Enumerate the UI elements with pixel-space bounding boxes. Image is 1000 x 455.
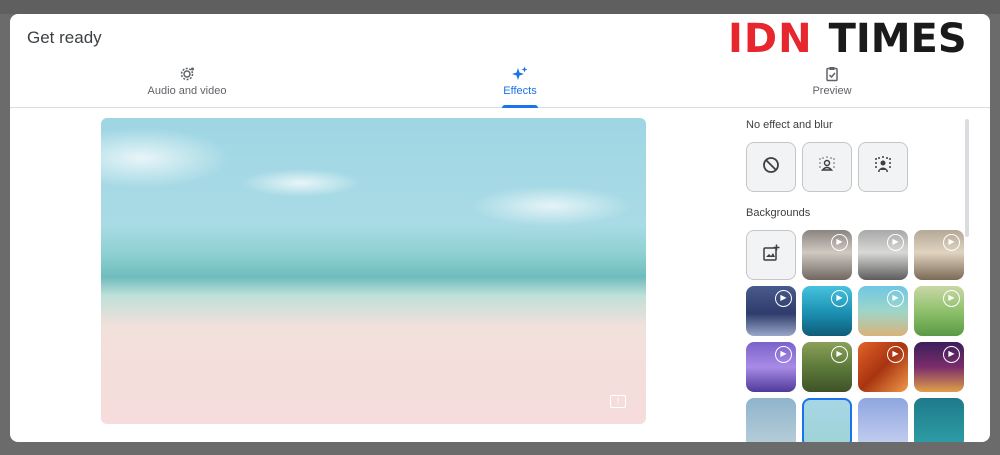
background-tile-forest[interactable]: ▶ — [802, 342, 852, 392]
play-icon: ▶ — [887, 346, 904, 363]
feedback-icon[interactable]: ! — [610, 395, 626, 408]
tab-effects-label: Effects — [503, 85, 537, 97]
background-tile-room-3[interactable]: ▶ — [914, 230, 964, 280]
logo-idn-text: IDN — [728, 16, 813, 62]
background-tile-underwater[interactable]: ▶ — [802, 286, 852, 336]
video-preview: ! — [101, 118, 646, 424]
play-icon: ▶ — [775, 290, 792, 307]
tab-audio-and-video-label: Audio and video — [147, 85, 227, 97]
effects-panel: No effect and blur Backgrounds ▶ ▶ ▶ ▶ ▶… — [745, 114, 965, 442]
background-tile-room-2[interactable]: ▶ — [858, 230, 908, 280]
blur-button[interactable] — [858, 142, 908, 192]
block-icon — [762, 156, 780, 179]
idn-times-logo: IDN TIMES — [728, 14, 990, 64]
background-tile-garden[interactable]: ▶ — [914, 286, 964, 336]
background-tile-purple-room[interactable]: ▶ — [746, 342, 796, 392]
logo-times-text: TIMES — [828, 16, 967, 62]
tab-preview[interactable]: Preview — [722, 66, 942, 108]
play-icon: ▶ — [831, 290, 848, 307]
play-icon: ▶ — [887, 290, 904, 307]
clipboard-check-icon — [722, 66, 942, 84]
upload-background-button[interactable] — [746, 230, 796, 280]
background-tile-night-city[interactable]: ▶ — [914, 342, 964, 392]
tab-bar: Audio and video Effects Preview — [10, 66, 990, 108]
play-icon: ▶ — [943, 346, 960, 363]
background-tile-clouds[interactable] — [858, 398, 908, 442]
panel-scrollbar[interactable] — [965, 119, 969, 237]
background-tile-sky-1[interactable] — [746, 398, 796, 442]
dialog-title: Get ready — [27, 28, 102, 47]
slight-blur-button[interactable] — [802, 142, 852, 192]
get-ready-dialog: Get ready IDN TIMES Audio and video Effe… — [10, 14, 990, 442]
window-top-strip — [0, 0, 1000, 14]
play-icon: ▶ — [887, 234, 904, 251]
background-tile-beach[interactable]: ▶ — [858, 286, 908, 336]
play-icon: ▶ — [831, 234, 848, 251]
backgrounds-section-label: Backgrounds — [746, 207, 811, 219]
active-tab-indicator — [502, 105, 538, 108]
tab-audio-and-video[interactable]: Audio and video — [77, 66, 297, 108]
tab-preview-label: Preview — [812, 85, 852, 97]
background-tile-beach-blur-selected[interactable] — [802, 398, 852, 442]
background-tile-room-1[interactable]: ▶ — [802, 230, 852, 280]
person-blur-strong-icon — [873, 155, 893, 180]
sparkle-icon — [410, 66, 630, 84]
play-icon: ▶ — [831, 346, 848, 363]
play-icon: ▶ — [943, 290, 960, 307]
background-tile-aurora[interactable] — [914, 398, 964, 442]
play-icon: ▶ — [775, 346, 792, 363]
background-tile-space[interactable]: ▶ — [746, 286, 796, 336]
gear-icon — [77, 66, 297, 84]
add-image-icon — [762, 244, 780, 267]
tab-effects[interactable]: Effects — [410, 66, 630, 108]
person-blur-icon — [817, 155, 837, 180]
play-icon: ▶ — [943, 234, 960, 251]
background-tile-orange-art[interactable]: ▶ — [858, 342, 908, 392]
no-effect-section-label: No effect and blur — [746, 119, 833, 131]
no-effect-button[interactable] — [746, 142, 796, 192]
